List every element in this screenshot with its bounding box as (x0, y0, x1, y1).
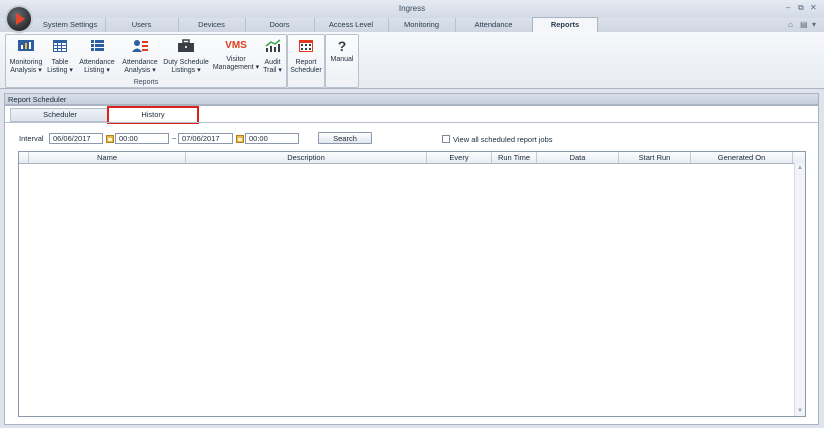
audit-trail-label: Audit (264, 59, 281, 66)
monitor-chart-icon (18, 40, 34, 51)
manual-label: Manual (330, 56, 354, 63)
tab-monitoring[interactable]: Monitoring (388, 18, 456, 32)
close-icon[interactable]: ✕ (810, 3, 817, 12)
to-calendar-icon[interactable] (236, 135, 244, 143)
search-button[interactable]: Search (318, 132, 372, 144)
ribbon-options-icon[interactable]: ▾ (812, 20, 816, 29)
col-generated-on[interactable]: Generated On (691, 152, 793, 163)
attendance-listing-button[interactable]: Attendance Listing ▾ (76, 37, 118, 75)
list-icon (91, 40, 104, 51)
report-scheduler-sublabel: Scheduler (290, 67, 322, 74)
tab-attendance[interactable]: Attendance (455, 18, 532, 32)
attendance-listing-sublabel: Listing ▾ (84, 67, 110, 74)
help-icon: ? (337, 38, 347, 54)
trend-chart-icon (265, 39, 280, 52)
window-title: Ingress (398, 4, 426, 13)
duty-schedule-sublabel: Listings ▾ (171, 67, 201, 74)
ribbon: Monitoring Analysis ▾ Table Listing ▾ At… (0, 32, 824, 89)
briefcase-icon (178, 39, 194, 52)
to-date-input[interactable] (178, 133, 233, 144)
table-header: Name Description Every Run Time Data Sta… (19, 152, 805, 164)
scroll-down-icon[interactable]: ▼ (797, 408, 803, 414)
audit-trail-button[interactable]: Audit Trail ▾ (261, 37, 284, 75)
tab-devices[interactable]: Devices (178, 18, 246, 32)
to-time-input[interactable] (245, 133, 299, 144)
tab-access-level[interactable]: Access Level (314, 18, 389, 32)
view-all-checkbox[interactable] (442, 135, 450, 143)
manual-button[interactable]: ? Manual (327, 37, 357, 64)
col-description[interactable]: Description (186, 152, 427, 163)
ribbon-group-label: Reports (133, 79, 159, 86)
visitor-management-button[interactable]: VMS Visitor Management ▾ (211, 37, 261, 72)
subtab-divider (5, 122, 818, 123)
tab-doors[interactable]: Doors (245, 18, 315, 32)
col-start-run[interactable]: Start Run (619, 152, 691, 163)
tab-reports[interactable]: Reports (532, 17, 598, 33)
range-separator: ~ (172, 134, 177, 143)
scroll-up-icon[interactable]: ▲ (797, 165, 803, 171)
from-calendar-icon[interactable] (106, 135, 114, 143)
ribbon-group-reports: Monitoring Analysis ▾ Table Listing ▾ At… (5, 34, 287, 88)
tab-users[interactable]: Users (105, 18, 179, 32)
monitoring-analysis-button[interactable]: Monitoring Analysis ▾ (7, 37, 45, 75)
ribbon-tab-bar: System Settings Users Devices Doors Acce… (0, 17, 824, 33)
col-name[interactable]: Name (29, 152, 186, 163)
vertical-scrollbar[interactable]: ▲ ▼ (794, 163, 805, 416)
tab-system-settings[interactable]: System Settings (35, 18, 106, 32)
interval-label: Interval (19, 134, 44, 143)
subtab-scheduler[interactable]: Scheduler (10, 108, 110, 122)
title-bar: Ingress – ⧉ ✕ (0, 0, 824, 18)
report-scheduler-button[interactable]: Report Scheduler (289, 37, 323, 75)
report-history-panel: Scheduler History Interval ~ Search View… (4, 105, 819, 425)
duty-schedule-label: Duty Schedule (163, 59, 209, 66)
monitoring-analysis-sublabel: Analysis ▾ (10, 67, 42, 74)
visitor-management-sublabel: Management ▾ (212, 64, 260, 71)
user-list-icon (132, 40, 148, 52)
view-all-label: View all scheduled report jobs (453, 135, 553, 144)
table-listing-button[interactable]: Table Listing ▾ (46, 37, 74, 75)
attendance-listing-label: Attendance (79, 59, 115, 66)
from-time-input[interactable] (115, 133, 169, 144)
visitor-management-label: Visitor (226, 56, 246, 63)
page-icon[interactable]: ▤ (800, 20, 808, 29)
col-every[interactable]: Every (427, 152, 492, 163)
ribbon-group-scheduler: Report Scheduler (287, 34, 325, 88)
panel-title: Report Scheduler (4, 93, 819, 105)
report-scheduler-label: Report (295, 59, 317, 66)
ribbon-group-manual: ? Manual (325, 34, 359, 88)
app-menu-orb-button[interactable] (7, 7, 31, 31)
row-selector-header (19, 152, 29, 163)
from-date-input[interactable] (49, 133, 103, 144)
attendance-analysis-sublabel: Analysis ▾ (124, 67, 156, 74)
table-listing-label: Table (51, 59, 69, 66)
duty-schedule-listings-button[interactable]: Duty Schedule Listings ▾ (161, 37, 211, 75)
attendance-analysis-label: Attendance (122, 59, 158, 66)
monitoring-analysis-label: Monitoring (9, 59, 43, 66)
vms-icon: VMS (225, 40, 247, 51)
col-run-time[interactable]: Run Time (492, 152, 537, 163)
calendar-grid-icon (299, 40, 313, 52)
minimize-icon[interactable]: – (786, 3, 790, 12)
col-data[interactable]: Data (537, 152, 619, 163)
restore-icon[interactable]: ⧉ (798, 3, 804, 13)
history-table: Name Description Every Run Time Data Sta… (18, 151, 806, 417)
home-icon[interactable]: ⌂ (788, 20, 793, 29)
play-icon (16, 13, 25, 25)
table-icon (53, 40, 67, 52)
table-listing-sublabel: Listing ▾ (47, 67, 73, 74)
audit-trail-sublabel: Trail ▾ (263, 67, 282, 74)
attendance-analysis-button[interactable]: Attendance Analysis ▾ (119, 37, 161, 75)
